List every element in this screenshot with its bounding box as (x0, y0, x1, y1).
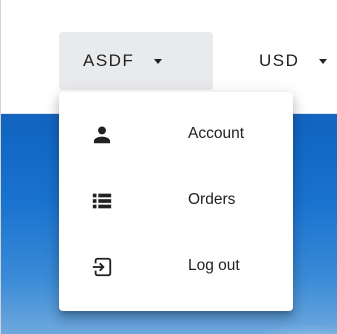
person-icon (91, 124, 113, 146)
menu-item-account-label: Account (188, 125, 245, 142)
chevron-down-icon (319, 58, 328, 64)
currency-menu-button[interactable]: USD (253, 32, 337, 90)
menu-item-logout[interactable]: Log out (59, 234, 293, 300)
list-icon (91, 190, 113, 212)
account-dropdown-menu: Account Orders Log out (59, 92, 293, 311)
menu-item-account[interactable]: Account (59, 102, 293, 168)
account-menu-button[interactable]: ASDF (59, 32, 213, 90)
logout-icon (91, 256, 113, 278)
menu-item-logout-label: Log out (188, 257, 240, 274)
account-menu-label: ASDF (83, 51, 135, 70)
menu-item-orders[interactable]: Orders (59, 168, 293, 234)
currency-label: USD (259, 51, 300, 70)
app-viewport: ASDF USD Account Orders Log out (0, 0, 337, 334)
menu-item-orders-label: Orders (188, 191, 236, 208)
chevron-down-icon (154, 58, 163, 64)
